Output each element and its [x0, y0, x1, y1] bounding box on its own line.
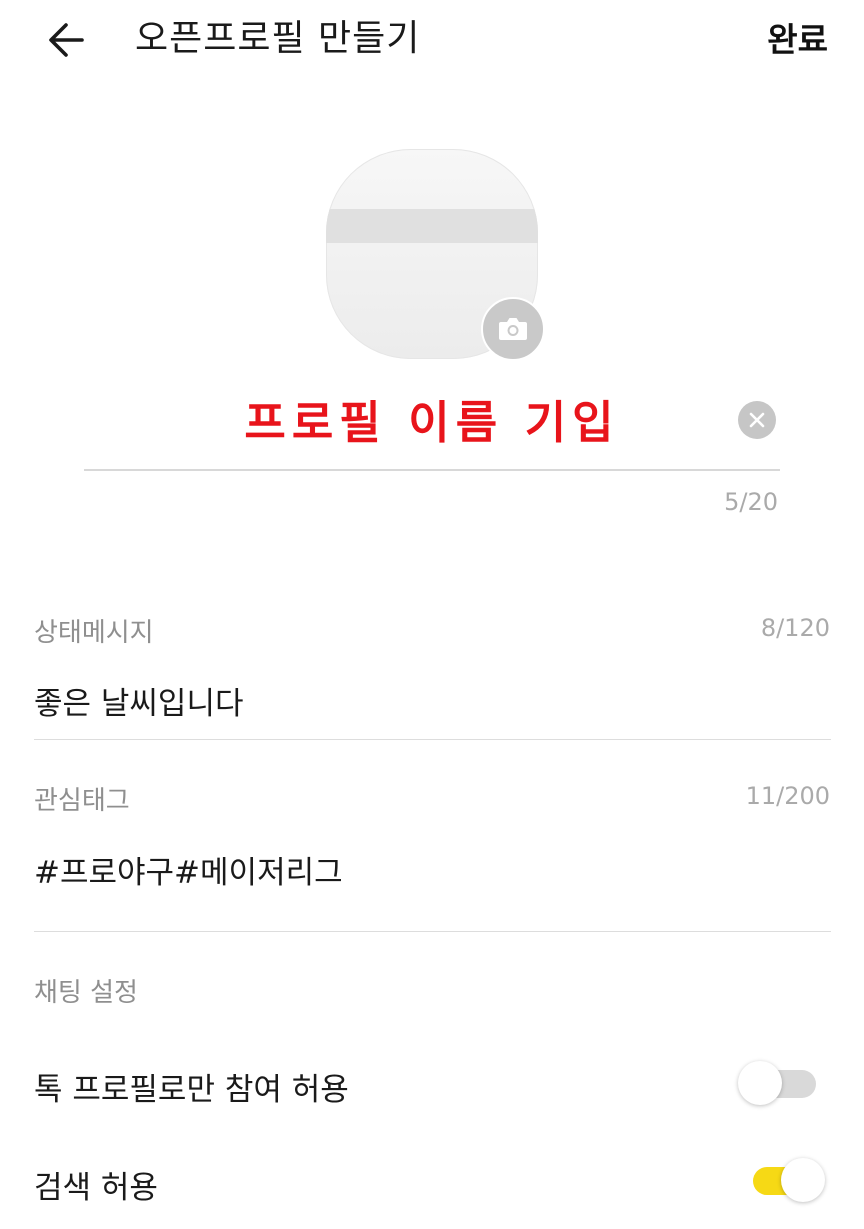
- toggle-knob: [781, 1158, 825, 1202]
- arrow-left-icon: [49, 23, 84, 57]
- clear-name-button[interactable]: [738, 401, 776, 439]
- done-button[interactable]: 완료: [767, 18, 828, 62]
- status-message-input[interactable]: 좋은 날씨입니다: [34, 678, 244, 723]
- divider: [34, 931, 831, 932]
- divider: [34, 739, 831, 740]
- top-bar: 오픈프로필 만들기 완료: [0, 0, 864, 80]
- page-title: 오픈프로필 만들기: [135, 18, 421, 59]
- toggle-knob: [738, 1061, 782, 1105]
- profile-name-input[interactable]: 프로필 이름 기입: [84, 393, 780, 453]
- create-open-profile-screen: 오픈프로필 만들기 완료 프로필 이름 기입 5/20 상태메시지 8/120 …: [0, 0, 864, 1229]
- status-message-label: 상태메시지: [34, 618, 154, 648]
- close-circle-icon: [749, 412, 765, 428]
- status-message-count: 8/120: [760, 614, 830, 642]
- talk-profile-only-label: 톡 프로필로만 참여 허용: [34, 1072, 349, 1108]
- change-photo-button[interactable]: [481, 297, 545, 361]
- talk-profile-only-toggle[interactable]: [738, 1061, 818, 1105]
- interest-tags-input[interactable]: #프로야구#메이저리그: [34, 847, 343, 892]
- profile-image-area: [320, 145, 550, 370]
- profile-image-band: [326, 209, 538, 243]
- interest-tags-count: 11/200: [745, 782, 830, 810]
- interest-tags-label: 관심태그: [34, 786, 130, 816]
- search-allow-label: 검색 허용: [34, 1170, 158, 1206]
- search-allow-toggle[interactable]: [745, 1158, 825, 1202]
- back-button[interactable]: [40, 14, 92, 66]
- name-char-count: 5/20: [724, 488, 778, 516]
- profile-name-field[interactable]: 프로필 이름 기입: [84, 385, 780, 471]
- camera-icon: [499, 318, 527, 340]
- chat-settings-section-label: 채팅 설정: [34, 978, 138, 1008]
